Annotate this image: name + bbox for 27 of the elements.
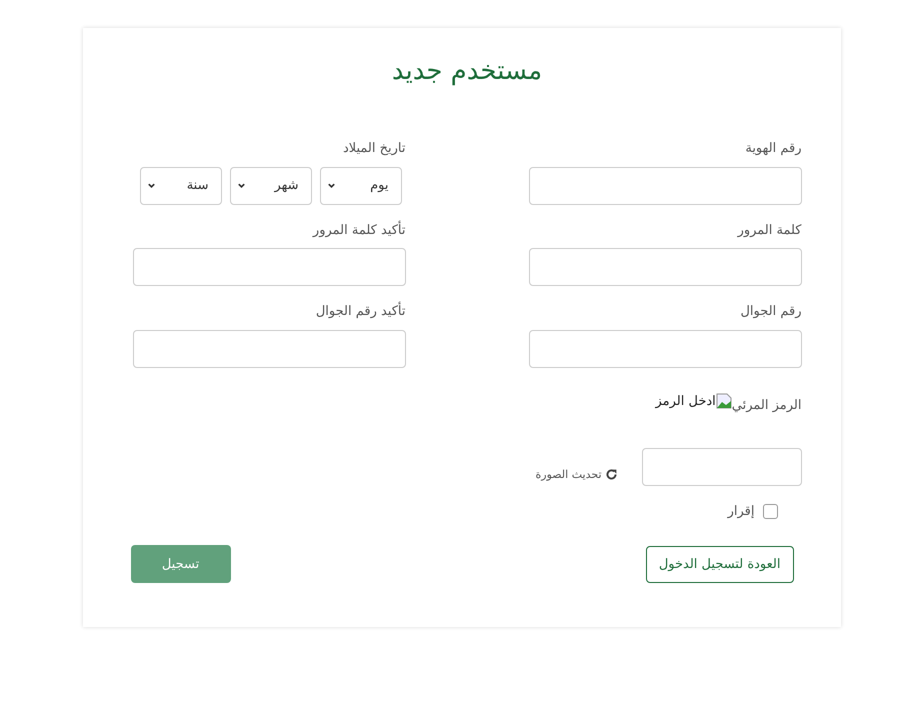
field-label: تاريخ الميلاد (342, 140, 406, 158)
field-label: تأكيد رقم الجوال (316, 302, 406, 322)
back-button[interactable]: العودة لتسجيل الدخول (646, 546, 794, 584)
form-title: مستخدم جديد (390, 56, 544, 88)
select-field[interactable]: يوم (320, 166, 402, 205)
input-field[interactable] (528, 248, 802, 286)
broken-image: ادخل الرمز (655, 392, 732, 412)
refresh-link[interactable]: تحديث الصورة (536, 464, 618, 486)
field-label: رقم الهوية (745, 140, 802, 158)
field-label: الرمز المرئي (732, 397, 802, 416)
captcha-input[interactable] (642, 448, 802, 486)
field-label: رقم الجوال (740, 303, 802, 322)
field-label: كلمة المرور (738, 222, 802, 240)
field-label: تأكيد كلمة المرور (312, 220, 406, 240)
caret-icon (326, 181, 336, 190)
refresh-icon (604, 468, 618, 482)
input-field[interactable] (132, 248, 406, 286)
checkbox-label[interactable]: إقرار (728, 502, 754, 522)
checkbox[interactable] (762, 504, 778, 520)
select-field[interactable]: شهر (230, 166, 312, 205)
broken-image-icon (716, 393, 732, 410)
input-field[interactable] (528, 166, 802, 205)
select-field[interactable]: سنة (140, 166, 222, 205)
caret-icon (146, 181, 156, 190)
input-field[interactable] (528, 330, 802, 368)
caret-icon (236, 181, 246, 190)
input-field[interactable] (132, 330, 406, 368)
